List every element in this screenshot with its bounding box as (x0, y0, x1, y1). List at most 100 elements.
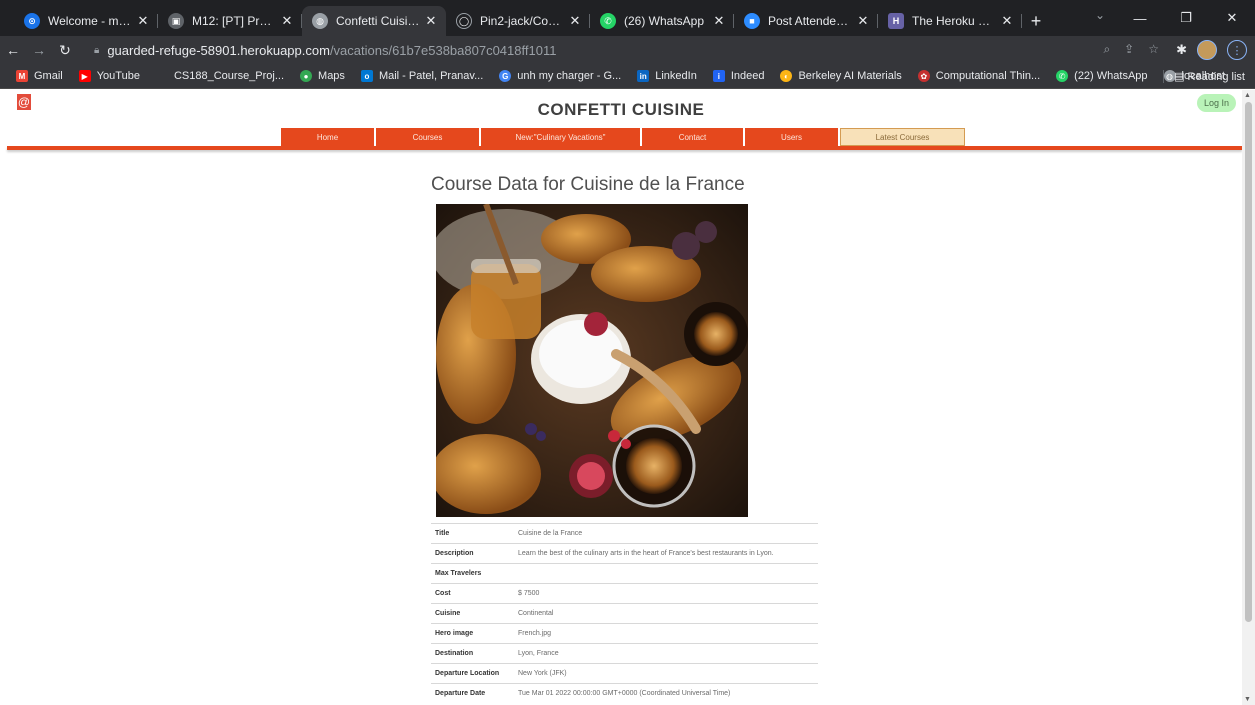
chrome-menu-icon[interactable]: ⋮ (1227, 40, 1247, 60)
extensions-puzzle-icon[interactable]: ✱ (1176, 42, 1187, 58)
tab-title: Welcome - myCharge (48, 14, 132, 28)
bookmark-label: Indeed (730, 70, 765, 82)
tab-close-icon[interactable]: ✕ (424, 13, 438, 29)
pacman-icon: ◐ (780, 70, 793, 82)
back-arrow-icon[interactable]: ← (0, 42, 26, 58)
hero-image (436, 204, 748, 517)
zoom-icon[interactable]: ⌕ (1103, 42, 1110, 57)
nav-home[interactable]: Home (281, 128, 376, 146)
reading-list[interactable]: ▤ Reading list (1163, 70, 1245, 83)
bookmark-youtube[interactable]: ▶ YouTube (78, 70, 140, 82)
bookmark-computational[interactable]: ✿ Computational Thin... (917, 70, 1040, 82)
bookmark-google[interactable]: Gunh my charger - G... (499, 70, 621, 82)
bookmark-label: Maps (318, 70, 345, 82)
browser-tab[interactable]: ✆ (26) WhatsApp ✕ (590, 6, 734, 36)
table-row: Max Travelers (431, 563, 818, 584)
browser-tab[interactable]: ▣ M12: [PT] Project Tas ✕ (158, 6, 302, 36)
tab-close-icon[interactable]: ✕ (712, 13, 726, 29)
detail-key: Destination (435, 650, 474, 657)
detail-key: Departure Date (435, 690, 486, 698)
bookmark-linkedin[interactable]: in LinkedIn (637, 70, 697, 82)
nav-culinary-vacations[interactable]: New:"Culinary Vacations" (481, 128, 642, 146)
forward-arrow-icon[interactable]: → (26, 42, 52, 58)
site-nav: Home Courses New:"Culinary Vacations" Co… (281, 128, 965, 146)
site-title: CONFETTI CUISINE (537, 100, 705, 119)
detail-value: French.jpg (518, 630, 552, 637)
nav-contact[interactable]: Contact (642, 128, 745, 146)
nav-users[interactable]: Users (745, 128, 840, 146)
bookmark-label: Berkeley AI Materials (798, 70, 902, 82)
bookmark-label: YouTube (96, 70, 140, 82)
tab-search-chevron-icon[interactable]: ⌄ (1095, 8, 1105, 22)
bookmark-label: Mail - Patel, Pranav... (378, 70, 484, 82)
bookmark-outlook[interactable]: o Mail - Patel, Pranav... (360, 70, 484, 82)
restore-icon[interactable]: ❐ (1163, 0, 1209, 36)
bookmarks-bar: M Gmail ▶ YouTube CS188_Course_Proj... ● Ma… (0, 64, 1255, 89)
nav-latest-courses[interactable]: Latest Courses (840, 128, 965, 146)
bookmark-maps[interactable]: ● Maps (300, 70, 345, 82)
detail-value: Tue Mar 01 2022 00:00:00 GMT+0000 (Coord… (518, 690, 731, 698)
tab-close-icon[interactable]: ✕ (280, 13, 294, 29)
url-host: guarded-refuge-58901.herokuapp.com (107, 42, 330, 58)
tab-close-icon[interactable]: ✕ (1000, 13, 1014, 29)
bookmark-whatsapp[interactable]: ✆ (22) WhatsApp (1056, 70, 1148, 82)
browser-tab-strip: ⊙ Welcome - myCharge ✕ ▣ M12: [PT] Proje… (0, 0, 1255, 36)
share-icon[interactable]: ⇪ (1124, 42, 1134, 57)
browser-tab[interactable]: ■ Post Attendee - Zoon ✕ (734, 6, 878, 36)
browser-tab-active[interactable]: ◍ Confetti Cuisine ✕ (302, 6, 446, 36)
scrollbar-thumb[interactable] (1245, 102, 1252, 622)
table-row: Destination Lyon, France (431, 643, 818, 664)
page-viewport: @ CONFETTI CUISINE Log In Home Courses N… (0, 90, 1242, 705)
table-row: Cuisine Continental (431, 603, 818, 624)
browser-tab[interactable]: ◯ Pin2-jack/Confetti-Cu ✕ (446, 6, 590, 36)
bookmark-cs188[interactable]: CS188_Course_Proj... (155, 70, 284, 82)
table-row: Title Cuisine de la France (431, 523, 818, 544)
login-button[interactable]: Log In (1196, 94, 1236, 112)
tab-favicon-icon: ■ (744, 13, 760, 29)
address-bar[interactable]: 🔒︎ guarded-refuge-58901.herokuapp.com/va… (86, 38, 1156, 62)
whatsapp-icon: ✆ (1056, 70, 1069, 82)
page-scrollbar[interactable]: ▲ ▼ (1242, 90, 1255, 705)
tab-title: The Heroku CLI | Her (912, 14, 996, 28)
detail-value: New York (JFK) (518, 670, 567, 677)
tab-close-icon[interactable]: ✕ (136, 13, 150, 29)
indeed-icon: i (712, 70, 725, 82)
tab-favicon-icon: ▣ (168, 13, 184, 29)
detail-value: Learn the best of the culinary arts in t… (518, 550, 774, 557)
nav-courses[interactable]: Courses (376, 128, 481, 146)
outlook-icon: o (360, 70, 373, 82)
tab-favicon-icon: ⊙ (24, 13, 40, 29)
tab-close-icon[interactable]: ✕ (568, 13, 582, 29)
table-row: Description Learn the best of the culinar… (431, 543, 818, 564)
gmail-icon: M (16, 70, 28, 82)
bookmark-gmail[interactable]: M Gmail (16, 70, 63, 82)
scroll-up-arrow-icon[interactable]: ▲ (1244, 92, 1251, 99)
bookmark-berkeley[interactable]: ◐ Berkeley AI Materials (780, 70, 902, 82)
detail-key: Max Travelers (435, 570, 482, 577)
tab-favicon-icon: ✆ (600, 13, 616, 29)
reload-icon[interactable]: ↻ (52, 42, 78, 59)
bookmark-label: (22) WhatsApp (1074, 70, 1148, 82)
profile-avatar[interactable] (1197, 40, 1217, 60)
tab-close-icon[interactable]: ✕ (856, 13, 870, 29)
browser-tab[interactable]: ⊙ Welcome - myCharge ✕ (14, 6, 158, 36)
detail-value: Continental (518, 610, 554, 617)
detail-key: Cost (435, 590, 451, 597)
table-row: Departure Location New York (JFK) (431, 663, 818, 684)
page-icon (155, 70, 168, 82)
table-row: Hero image French.jpg (431, 623, 818, 644)
browser-toolbar: ← → ↻ 🔒︎ guarded-refuge-58901.herokuapp.… (0, 36, 1255, 64)
minimize-icon[interactable]: — (1117, 0, 1163, 36)
close-window-icon[interactable]: ✕ (1209, 0, 1255, 36)
linkedin-icon: in (637, 70, 650, 82)
browser-tab[interactable]: H The Heroku CLI | Her ✕ (878, 6, 1022, 36)
bookmark-label: unh my charger - G... (517, 70, 622, 82)
bookmark-star-icon[interactable]: ☆ (1148, 42, 1159, 57)
page-title: Course Data for Cuisine de la France (431, 174, 745, 195)
bookmark-indeed[interactable]: i Indeed (712, 70, 765, 82)
new-tab-plus-icon[interactable]: + (1022, 6, 1050, 36)
scroll-down-arrow-icon[interactable]: ▼ (1244, 696, 1251, 703)
lock-icon[interactable]: 🔒︎ (94, 45, 99, 56)
tab-title: M12: [PT] Project Tas (192, 14, 276, 28)
tab-title: Confetti Cuisine (336, 14, 420, 28)
